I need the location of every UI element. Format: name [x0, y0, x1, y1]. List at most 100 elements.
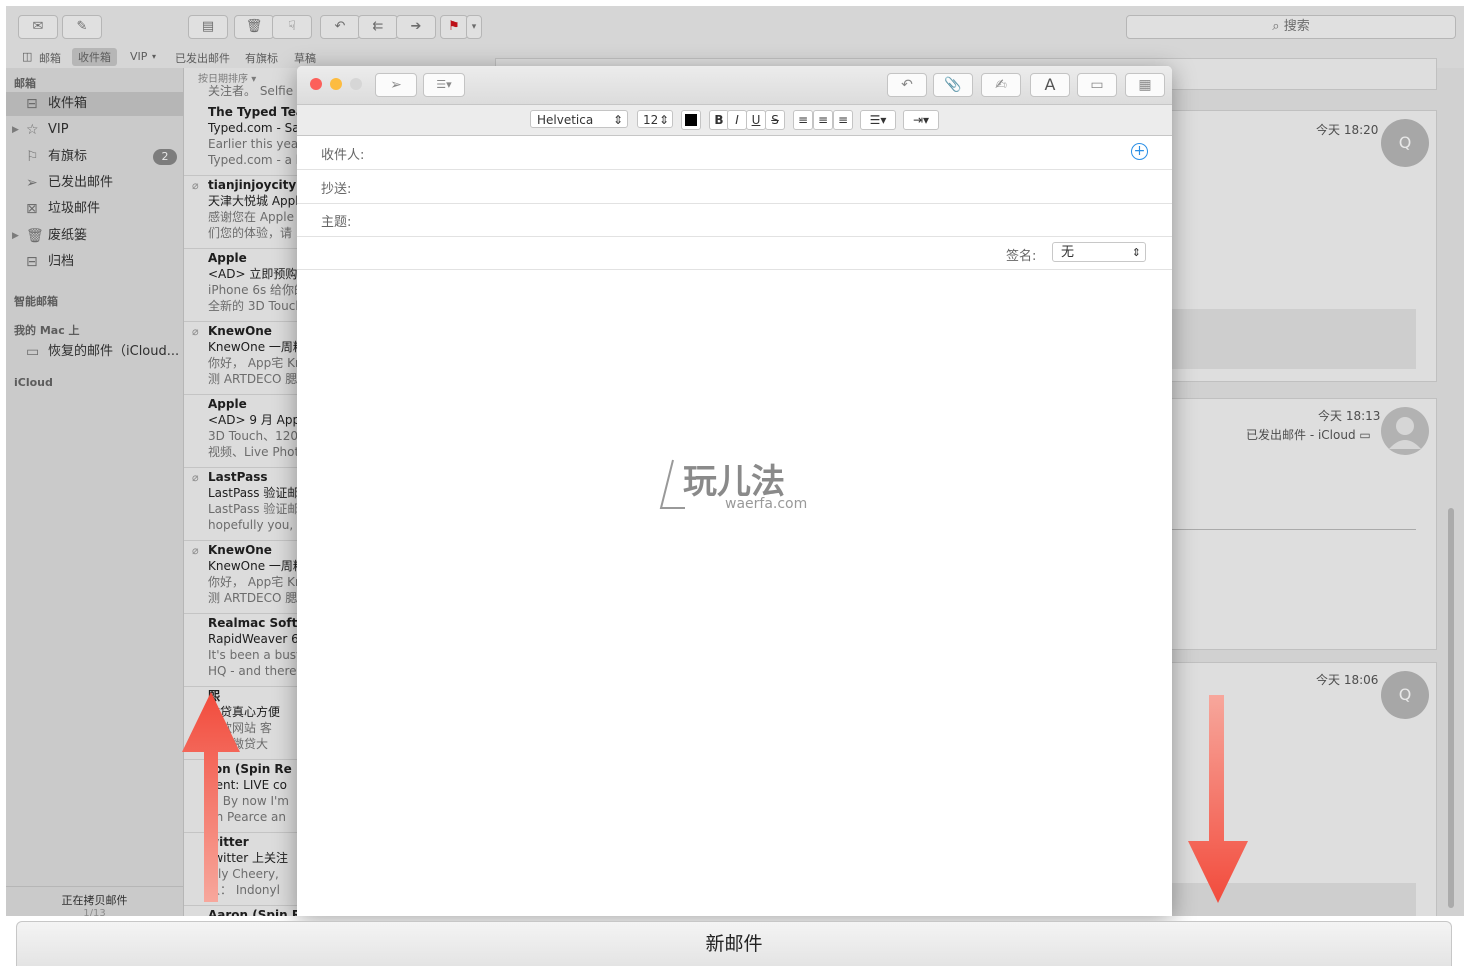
- zoom-button[interactable]: [350, 78, 362, 90]
- paperclip-icon: ⌀: [192, 544, 199, 557]
- fav-drafts[interactable]: 草稿: [294, 50, 316, 66]
- sidebar-item-label: 有旗标: [48, 149, 88, 164]
- message-time: 今天 18:20: [1316, 123, 1379, 137]
- flag-button[interactable]: ⚑: [440, 15, 468, 39]
- text-color-button[interactable]: [681, 110, 701, 130]
- sidebar-toggle-icon[interactable]: ◫: [22, 50, 32, 63]
- star-icon: ☆: [26, 122, 39, 138]
- message-preview2: 测 ARTDECO 腮: [208, 372, 298, 386]
- markup-button[interactable]: ✍: [981, 73, 1021, 97]
- attach-button[interactable]: 📎: [933, 73, 973, 97]
- inbox-icon: ⊟: [26, 96, 38, 112]
- delete-button[interactable]: 🗑: [234, 15, 274, 39]
- fav-mailboxes[interactable]: 邮箱: [39, 50, 61, 66]
- sidebar-item-label: 收件箱: [48, 96, 88, 111]
- close-button[interactable]: [310, 78, 322, 90]
- fav-inbox[interactable]: 收件箱: [72, 48, 117, 66]
- flag-menu-button[interactable]: ▾: [466, 15, 482, 39]
- sidebar-item-sent[interactable]: ➢ 已发出邮件: [6, 171, 183, 195]
- reply-all-icon: ⇇: [372, 19, 384, 34]
- cc-field[interactable]: 抄送:: [297, 170, 1172, 204]
- sidebar-item-trash[interactable]: ▶ 🗑 废纸篓: [6, 224, 183, 248]
- sidebar-item-junk[interactable]: ⊠ 垃圾邮件: [6, 197, 183, 221]
- sidebar-item-label: 废纸篓: [48, 228, 88, 243]
- watermark: 玩儿法 waerfa.com: [659, 452, 819, 516]
- message-subject: KnewOne 一周精: [208, 340, 305, 354]
- align-left-button[interactable]: ≡: [793, 110, 813, 130]
- subject-label: 主题:: [321, 215, 352, 230]
- send-button[interactable]: ➢: [375, 73, 417, 97]
- junk-button[interactable]: ☟: [272, 15, 312, 39]
- bold-button[interactable]: B: [709, 110, 729, 130]
- paperclip-icon: ⌀: [192, 179, 199, 192]
- message-sender: KnewOne: [208, 543, 272, 557]
- search-field[interactable]: ⌕ 搜索: [1126, 15, 1456, 39]
- message-sender: Apple: [208, 251, 247, 265]
- new-mail-button[interactable]: 新邮件: [16, 921, 1452, 966]
- sidebar-item-recovered[interactable]: ▭ 恢复的邮件（iCloud...: [6, 340, 183, 364]
- message-subject: RapidWeaver 6.: [208, 632, 303, 646]
- reply-button[interactable]: ↶: [887, 73, 927, 97]
- fav-sent[interactable]: 已发出邮件: [175, 50, 230, 66]
- italic-button[interactable]: I: [727, 110, 747, 130]
- reply-all-button[interactable]: ⇇: [358, 15, 398, 39]
- format-button[interactable]: A: [1030, 73, 1070, 97]
- archive-button[interactable]: ▤: [188, 15, 228, 39]
- activity-status: 正在拷贝邮件 1/13: [6, 886, 183, 916]
- section-smart-mailboxes: 智能邮箱: [14, 295, 58, 308]
- disclosure-arrow-icon[interactable]: ▶: [12, 118, 19, 142]
- disclosure-arrow-icon[interactable]: ▶: [12, 224, 19, 248]
- updown-icon: ⇕: [612, 113, 623, 127]
- list-button[interactable]: ☰▾: [860, 110, 896, 130]
- to-field[interactable]: 收件人: +: [297, 136, 1172, 170]
- sidebar-item-archive[interactable]: ⊟ 归档: [6, 250, 183, 274]
- message-preview2: Typed.com - a b: [208, 153, 304, 167]
- message-preview2: 测 ARTDECO 腮: [208, 591, 298, 605]
- stationery-icon: ▦: [1138, 77, 1152, 93]
- cc-label: 抄送:: [321, 182, 352, 197]
- sidebar-item-vip[interactable]: ▶ ☆ VIP: [6, 118, 183, 142]
- avatar: Q: [1381, 671, 1429, 719]
- reply-button[interactable]: ↶: [320, 15, 360, 39]
- fav-flagged[interactable]: 有旗标: [245, 50, 278, 66]
- sidebar-item-flagged[interactable]: ⚐ 有旗标 2: [6, 145, 183, 169]
- align-center-button[interactable]: ≡: [813, 110, 833, 130]
- subject-field[interactable]: 主题:: [297, 203, 1172, 237]
- add-recipient-icon[interactable]: +: [1131, 143, 1148, 160]
- reply-icon: ↶: [334, 19, 346, 34]
- stationery-button[interactable]: ▦: [1125, 73, 1165, 97]
- underline-button[interactable]: U: [746, 110, 766, 130]
- font-select[interactable]: Helvetica ⇕: [530, 110, 628, 128]
- list-icon: ☰▾: [436, 78, 452, 91]
- message-sender: The Typed Tea: [208, 105, 304, 119]
- get-mail-button[interactable]: ✉: [18, 15, 58, 39]
- sidebar: 邮箱 ⊟ 收件箱 ▶ ☆ VIP ⚐ 有旗标 2 ➢ 已发出邮件 ⊠ 垃圾邮件 …: [6, 68, 184, 916]
- forward-button[interactable]: ➔: [396, 15, 436, 39]
- sidebar-item-label: 垃圾邮件: [48, 201, 101, 216]
- message-body[interactable]: [297, 270, 1172, 916]
- size-select[interactable]: 12 ⇕: [637, 110, 673, 128]
- up-arrow-annotation-icon: [182, 692, 240, 902]
- message-preview2: HQ - and there': [208, 664, 300, 678]
- chevron-down-icon: ▾: [471, 22, 477, 32]
- indent-button[interactable]: ⇥▾: [903, 110, 939, 130]
- envelope-icon: ✉: [32, 19, 44, 34]
- align-right-button[interactable]: ≡: [833, 110, 853, 130]
- status-text: 正在拷贝邮件: [61, 894, 128, 907]
- message-time: 今天 18:06: [1316, 673, 1379, 687]
- signature-select[interactable]: 无 ⇕: [1052, 242, 1146, 262]
- scrollbar-thumb[interactable]: [1448, 508, 1454, 908]
- strikethrough-button[interactable]: S: [765, 110, 785, 130]
- compose-titlebar: ➢ ☰▾ ↶ 📎 ✍ A ▭ ▦: [297, 66, 1172, 105]
- archive-icon: ⊟: [26, 254, 38, 270]
- minimize-button[interactable]: [330, 78, 342, 90]
- header-fields-button[interactable]: ☰▾: [423, 73, 465, 97]
- message-subject: 天津大悦城 Appl: [208, 194, 299, 208]
- sidebar-item-inbox[interactable]: ⊟ 收件箱: [6, 92, 183, 116]
- fav-vip[interactable]: VIP: [130, 50, 147, 63]
- indent-icon: ⇥▾: [912, 113, 930, 127]
- size-value: 12: [643, 113, 659, 127]
- signature-label: 签名:: [1006, 249, 1037, 264]
- compose-button[interactable]: ✎: [62, 15, 102, 39]
- photo-browser-button[interactable]: ▭: [1077, 73, 1117, 97]
